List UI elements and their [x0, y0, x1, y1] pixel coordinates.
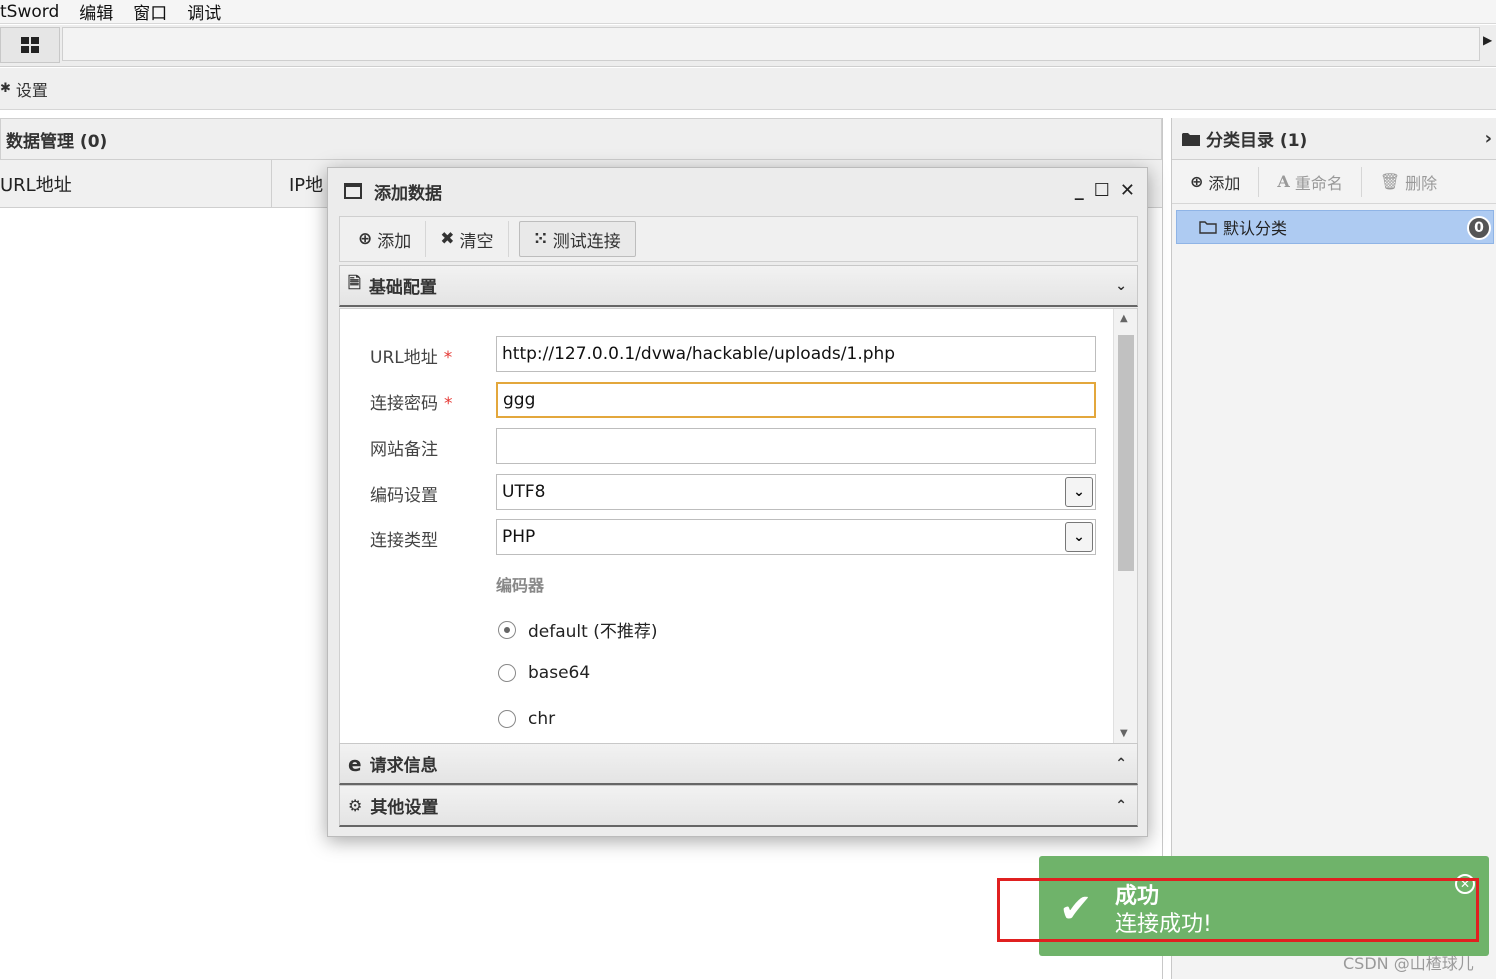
menu-window[interactable]: 窗口	[133, 0, 167, 24]
encoding-select-value: UTF8	[502, 482, 546, 502]
basic-config-form: URL地址 * http://127.0.0.1/dvwa/hackable/up…	[339, 308, 1138, 744]
menu-bar: tSword 编辑 窗口 调试	[0, 0, 1496, 24]
section-request-title: 请求信息	[369, 756, 438, 776]
encoder-option-chr[interactable]: chr	[498, 709, 555, 729]
section-other-settings[interactable]: ⚙ 其他设置 ⌃	[339, 785, 1138, 827]
settings-link[interactable]: 设置	[16, 77, 48, 101]
chevron-down-icon: ⌄	[1115, 277, 1127, 294]
ie-icon: e	[348, 751, 362, 776]
category-panel-title: 分类目录 (1)	[1206, 131, 1308, 151]
add-button-label: 添加	[377, 231, 412, 252]
test-connection-label: 测试连接	[552, 231, 621, 252]
tab-scroll-right-icon[interactable]: ▶	[1483, 33, 1496, 61]
section-basic-config[interactable]: 🗎 基础配置 ⌄	[339, 265, 1138, 307]
category-item-default[interactable]: 默认分类 0	[1176, 210, 1494, 244]
url-input[interactable]: http://127.0.0.1/dvwa/hackable/uploads/1…	[496, 336, 1096, 372]
dialog-window-controls: _ ☐ ✕	[1075, 180, 1135, 201]
scroll-down-icon[interactable]: ▼	[1120, 728, 1128, 739]
type-label: 连接类型	[370, 531, 438, 551]
data-panel-title: 数据管理 (0)	[0, 118, 1162, 160]
password-input[interactable]: ggg	[496, 382, 1096, 418]
maximize-icon[interactable]: ☐	[1094, 180, 1110, 201]
folder-outline-icon	[1199, 221, 1217, 234]
chevron-up-icon: ⌃	[1115, 755, 1127, 772]
category-item-label: 默认分类	[1223, 219, 1288, 238]
menu-debug[interactable]: 调试	[187, 0, 221, 24]
x-icon: ✖	[440, 229, 455, 249]
grid-icon	[21, 37, 39, 53]
column-url[interactable]: URL地址	[0, 160, 272, 208]
plus-circle-icon: ⊕	[358, 229, 373, 249]
tab-strip: ▶	[0, 25, 1496, 67]
category-panel-header: 分类目录 (1) ›	[1172, 118, 1496, 160]
menu-app-name[interactable]: tSword	[0, 2, 59, 22]
chevron-right-icon[interactable]: ›	[1485, 128, 1492, 149]
menu-edit[interactable]: 编辑	[79, 0, 113, 24]
chevron-down-icon[interactable]: ⌄	[1065, 477, 1093, 507]
spinner-icon: ⁙	[533, 229, 548, 249]
plus-circle-icon: ⊕	[1190, 172, 1204, 191]
dialog-toolbar: ⊕ 添加 ✖ 清空 ⁙ 测试连接	[339, 216, 1138, 262]
note-input[interactable]	[496, 428, 1096, 464]
window-icon	[344, 183, 362, 199]
document-icon: 🗎	[348, 273, 361, 292]
type-select[interactable]: PHP ⌄	[496, 519, 1096, 555]
font-icon: A	[1277, 172, 1290, 191]
chevron-down-icon[interactable]: ⌄	[1065, 522, 1093, 552]
encoder-option-label: base64	[528, 663, 591, 683]
close-icon[interactable]: ✕	[1120, 180, 1135, 201]
section-basic-title: 基础配置	[368, 278, 437, 298]
radio-unchecked[interactable]	[498, 664, 516, 682]
category-delete-button[interactable]: 🗑 删除	[1362, 167, 1455, 197]
gear-icon: ✱	[0, 81, 11, 96]
dialog-titlebar[interactable]: 添加数据	[328, 168, 1147, 214]
radio-unchecked[interactable]	[498, 710, 516, 728]
category-delete-label: 删除	[1405, 173, 1438, 193]
category-add-button[interactable]: ⊕ 添加	[1172, 166, 1260, 197]
highlight-box	[997, 878, 1479, 942]
column-ip[interactable]: IP地	[289, 160, 323, 208]
section-request-info[interactable]: e 请求信息 ⌃	[339, 743, 1138, 785]
scroll-thumb[interactable]	[1118, 335, 1134, 571]
minimize-icon[interactable]: _	[1075, 180, 1084, 201]
folder-icon	[1182, 132, 1200, 146]
note-label: 网站备注	[370, 440, 438, 460]
test-connection-button[interactable]: ⁙ 测试连接	[518, 221, 636, 257]
trash-icon: 🗑	[1379, 172, 1401, 191]
encoding-select[interactable]: UTF8 ⌄	[496, 474, 1096, 510]
type-select-value: PHP	[502, 527, 536, 547]
tab-home[interactable]	[0, 27, 60, 63]
encoding-label: 编码设置	[370, 486, 438, 506]
category-add-label: 添加	[1208, 173, 1241, 193]
chevron-up-icon: ⌃	[1115, 797, 1127, 814]
encoder-option-label: default (不推荐)	[528, 622, 658, 642]
watermark: CSDN @山楂球儿	[1343, 954, 1474, 973]
category-toolbar: ⊕ 添加 A 重命名 🗑 删除	[1172, 160, 1496, 204]
clear-button-label: 清空	[459, 231, 494, 252]
add-button[interactable]: ⊕ 添加	[344, 221, 427, 257]
url-label: URL地址 *	[370, 348, 453, 368]
encoder-option-label: chr	[528, 709, 556, 729]
form-scrollbar[interactable]: ▲ ▼	[1113, 309, 1137, 743]
encoder-option-default[interactable]: default (不推荐)	[498, 617, 657, 642]
clear-button[interactable]: ✖ 清空	[426, 221, 509, 257]
add-data-dialog: 添加数据 _ ☐ ✕ ⊕ 添加 ✖ 清空 ⁙ 测试连接 🗎 基础配置 ⌄ URL…	[327, 167, 1148, 837]
category-count-badge: 0	[1467, 216, 1491, 240]
scroll-up-icon[interactable]: ▲	[1120, 313, 1128, 324]
gears-icon: ⚙	[348, 796, 363, 815]
password-label: 连接密码 *	[370, 394, 453, 414]
category-panel: 分类目录 (1) › ⊕ 添加 A 重命名 🗑 删除 默认分类 0	[1171, 118, 1496, 979]
settings-bar: ✱ 设置	[0, 68, 1496, 110]
tab-area	[62, 27, 1480, 61]
category-rename-label: 重命名	[1294, 173, 1343, 193]
encoder-option-base64[interactable]: base64	[498, 663, 590, 683]
encoder-label: 编码器	[496, 576, 545, 595]
category-rename-button[interactable]: A 重命名	[1259, 166, 1362, 197]
dialog-title: 添加数据	[374, 183, 442, 204]
radio-checked[interactable]	[498, 620, 516, 639]
section-other-title: 其他设置	[370, 798, 439, 818]
